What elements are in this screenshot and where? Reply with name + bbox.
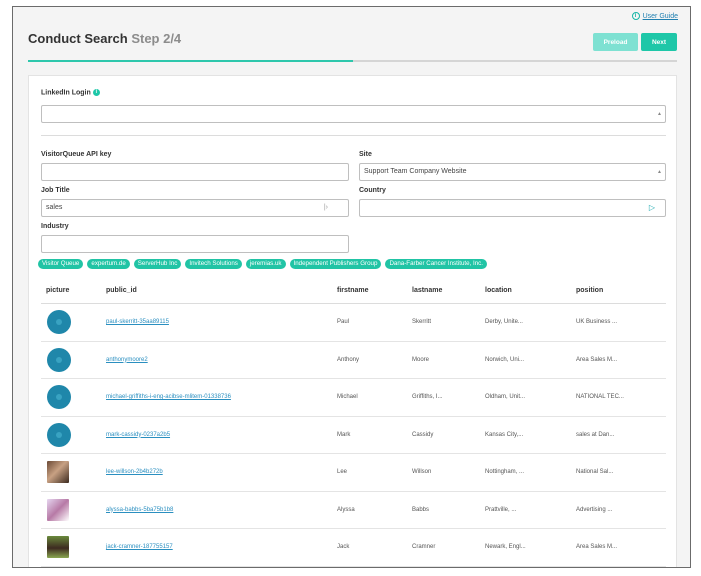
- avatar: [47, 536, 69, 558]
- table-row[interactable]: anthonymoore2 Anthony Moore Norwich, Uni…: [41, 342, 666, 379]
- firstname-cell: Jack: [337, 544, 350, 550]
- industry-label: Industry: [41, 223, 69, 230]
- table-row[interactable]: michael-griffiths-i-eng-acibse-mlitem-01…: [41, 379, 666, 417]
- table-row[interactable]: alyssa-babbs-5ba75b1b8 Alyssa Babbs Prat…: [41, 492, 666, 529]
- position-cell: Area Sales M...: [576, 356, 618, 363]
- position-cell: sales at Dan...: [576, 431, 615, 438]
- linkedin-login-label-text: LinkedIn Login: [41, 89, 91, 97]
- firstname-cell: Anthony: [337, 356, 360, 363]
- column-header-firstname[interactable]: firstname: [337, 287, 369, 294]
- progress-fill: [28, 60, 353, 62]
- column-header-lastname[interactable]: lastname: [412, 287, 442, 294]
- lastname-cell: Moore: [412, 356, 430, 363]
- lastname-cell: Cramner: [412, 544, 436, 550]
- company-tag[interactable]: jeremias.uk: [245, 259, 286, 269]
- firstname-cell: Lee: [337, 469, 348, 475]
- column-header-position[interactable]: position: [576, 287, 603, 294]
- info-icon: i: [92, 89, 100, 96]
- play-icon[interactable]: ▷: [649, 200, 655, 216]
- position-cell: UK Business ...: [576, 319, 618, 325]
- company-tag[interactable]: expertum.de: [87, 259, 130, 269]
- api-key-input[interactable]: [41, 163, 349, 181]
- location-cell: Newark, Engl...: [485, 544, 526, 550]
- position-cell: Area Sales M...: [576, 544, 618, 550]
- company-tags: Visitor Queue expertum.de ServerHub Inc …: [38, 259, 487, 269]
- public-id-link[interactable]: alyssa-babbs-5ba75b1b8: [106, 507, 173, 513]
- public-id-link[interactable]: paul-skerritt-35aa89115: [106, 319, 169, 325]
- location-cell: Prattville, ...: [485, 506, 517, 513]
- page-title: Conduct Search Step 2/4: [28, 31, 181, 46]
- firstname-cell: Alyssa: [337, 506, 355, 513]
- country-label: Country: [359, 187, 386, 194]
- user-guide-label: User Guide: [642, 12, 678, 20]
- avatar: [47, 347, 71, 372]
- job-title-label: Job Title: [41, 187, 70, 194]
- app-frame: i User Guide Conduct Search Step 2/4 Pre…: [12, 6, 691, 568]
- lastname-cell: Skerritt: [412, 319, 432, 325]
- lastname-cell: Willson: [412, 469, 432, 475]
- lastname-cell: Babbs: [412, 506, 430, 513]
- job-title-input[interactable]: sales |›: [41, 199, 349, 217]
- company-tag[interactable]: ServerHub Inc: [133, 259, 182, 269]
- firstname-cell: Paul: [337, 319, 350, 325]
- site-label: Site: [359, 151, 372, 158]
- position-cell: NATIONAL TEC...: [576, 394, 624, 400]
- linkedin-login-select[interactable]: ▲: [41, 105, 666, 123]
- api-key-label: VisitorQueue API key: [41, 151, 112, 158]
- next-button[interactable]: Next: [641, 33, 677, 51]
- avatar: [47, 422, 71, 447]
- avatar: [47, 461, 69, 483]
- avatar: [47, 498, 69, 521]
- company-tag[interactable]: Dana-Farber Cancer Institute, Inc.: [385, 259, 487, 269]
- position-cell: Advertising ...: [576, 506, 613, 513]
- firstname-cell: Mark: [337, 431, 351, 438]
- company-tag[interactable]: Invitech Solutions: [185, 259, 242, 269]
- column-header-public-id[interactable]: public_id: [106, 287, 137, 294]
- column-header-picture[interactable]: picture: [46, 287, 69, 294]
- location-cell: Norwich, Uni...: [485, 356, 525, 363]
- public-id-link[interactable]: jack-cramner-187755157: [106, 544, 173, 550]
- company-tag[interactable]: Independent Publishers Group: [289, 259, 382, 269]
- lastname-cell: Cassidy: [412, 431, 434, 438]
- preload-button[interactable]: Preload: [593, 33, 638, 51]
- search-form-card: LinkedIn Login i ▲ VisitorQueue API key S…: [28, 75, 677, 567]
- public-id-link[interactable]: anthonymoore2: [106, 357, 148, 363]
- location-cell: Nottingham, ...: [485, 469, 525, 475]
- public-id-link[interactable]: michael-griffiths-i-eng-acibse-mlitem-01…: [106, 394, 231, 400]
- location-cell: Derby, Unite...: [485, 319, 523, 325]
- firstname-cell: Michael: [337, 394, 358, 400]
- step-indicator: Step 2/4: [131, 31, 182, 46]
- page-title-text: Conduct Search: [28, 31, 128, 46]
- company-tag[interactable]: Visitor Queue: [38, 259, 84, 269]
- location-cell: Oldham, Unit...: [485, 394, 526, 400]
- site-select[interactable]: Support Team Company Website ▲: [359, 163, 666, 181]
- position-cell: National Sal...: [576, 469, 614, 475]
- public-id-link[interactable]: lee-willson-2b4b272b: [106, 469, 163, 475]
- info-icon: i: [631, 12, 640, 20]
- job-title-value: sales: [46, 204, 63, 211]
- select-caret-icon: ▲: [657, 169, 662, 175]
- column-header-location[interactable]: location: [485, 287, 512, 294]
- public-id-link[interactable]: mark-cassidy-0237a2b5: [106, 432, 170, 438]
- select-caret-icon: ▲: [657, 111, 662, 117]
- site-value: Support Team Company Website: [364, 168, 467, 175]
- mic-icon[interactable]: |›: [324, 200, 328, 216]
- section-divider: [41, 135, 666, 136]
- table-row[interactable]: jack-cramner-187755157 Jack Cramner Newa…: [41, 529, 666, 567]
- industry-input[interactable]: [41, 235, 349, 253]
- lastname-cell: Griffiths, I...: [412, 394, 443, 400]
- country-input[interactable]: ▷: [359, 199, 666, 217]
- progress-bar: [28, 60, 677, 62]
- linkedin-login-label: LinkedIn Login i: [41, 89, 100, 96]
- location-cell: Kansas City,...: [485, 431, 524, 438]
- table-row[interactable]: paul-skerritt-35aa89115 Paul Skerritt De…: [41, 304, 666, 342]
- avatar: [47, 310, 71, 334]
- table-row[interactable]: mark-cassidy-0237a2b5 Mark Cassidy Kansa…: [41, 417, 666, 454]
- user-guide-link[interactable]: i User Guide: [631, 12, 678, 20]
- avatar: [47, 385, 71, 409]
- results-table: picture public_id firstname lastname loc…: [41, 280, 666, 567]
- table-row[interactable]: lee-willson-2b4b272b Lee Willson Notting…: [41, 454, 666, 492]
- table-header: picture public_id firstname lastname loc…: [41, 280, 666, 304]
